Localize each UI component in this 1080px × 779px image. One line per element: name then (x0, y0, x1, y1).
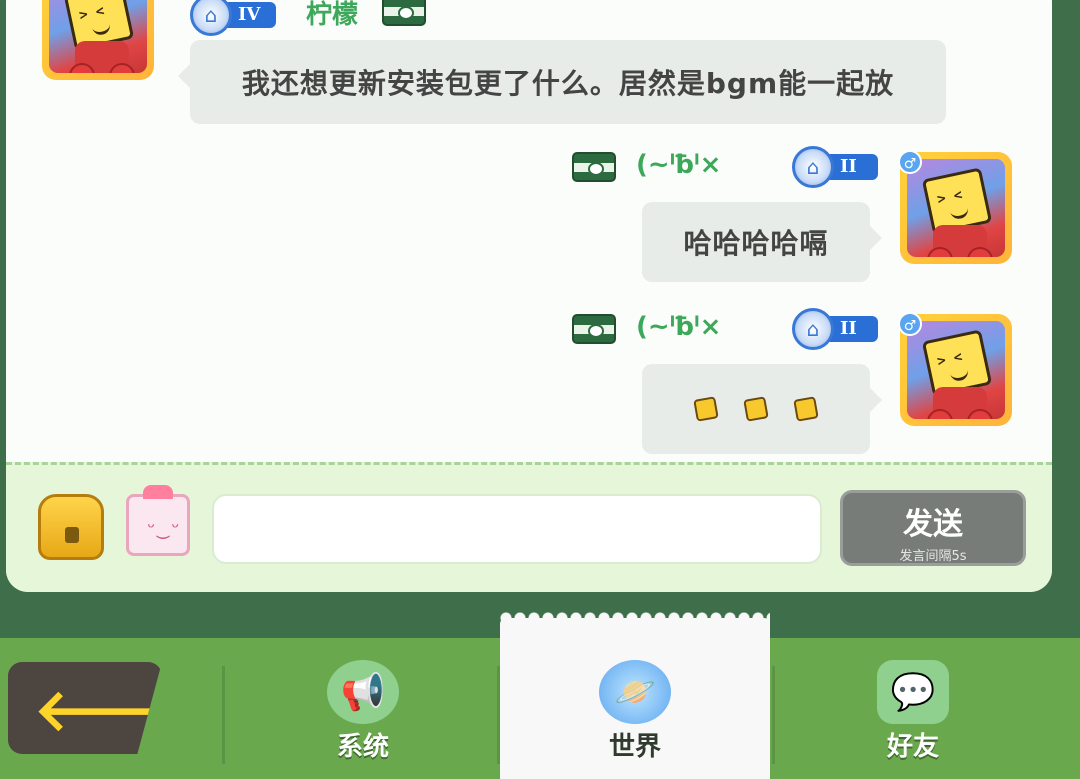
cooldown-label: 发言间隔5s (899, 549, 967, 564)
avatar[interactable]: ♂ (898, 150, 1012, 264)
send-label: 发送 (903, 507, 963, 542)
emoji-box-icon[interactable]: ᵕ‿ᵕ (126, 485, 190, 556)
rank-badge: IV ⌂ (190, 0, 276, 36)
planet-icon: 🪐 (599, 660, 671, 724)
tab-label: 世界 (608, 732, 661, 762)
divider (772, 666, 775, 764)
message-input[interactable] (212, 494, 822, 564)
medal-icon: ⌂ (190, 0, 232, 36)
message-bubble[interactable] (642, 364, 882, 454)
tab-label: 好友 (886, 732, 939, 762)
tab-label: 系统 (336, 732, 389, 762)
sender-name[interactable]: (~ˡƀˡ× (636, 150, 721, 180)
tab-system[interactable]: 📢 系统 (318, 660, 408, 763)
male-icon: ♂ (898, 150, 922, 174)
message-bubble[interactable]: 我还想更新安装包更了什么。居然是bgm能一起放 (178, 40, 946, 124)
avatar[interactable]: ♀ (42, 0, 154, 80)
tab-world[interactable]: 🪐 世界 (590, 660, 680, 763)
send-button[interactable]: 发送 发言间隔5s (840, 490, 1026, 566)
sticker-emoji (743, 396, 769, 422)
title-badge-icon (382, 0, 426, 26)
title-badge-icon (572, 314, 616, 344)
message-text: 我还想更新安装包更了什么。居然是bgm能一起放 (241, 67, 895, 100)
tab-friends[interactable]: 💬 好友 (868, 660, 958, 763)
title-badge-icon (572, 152, 616, 182)
back-button[interactable]: 🡐 (8, 662, 162, 754)
sender-name[interactable]: (~ˡƀˡ× (636, 312, 721, 342)
backpack-icon[interactable] (38, 494, 104, 560)
medal-icon: ⌂ (792, 308, 834, 350)
divider (222, 666, 225, 764)
megaphone-icon: 📢 (327, 660, 399, 724)
medal-icon: ⌂ (792, 146, 834, 188)
avatar[interactable]: ♂ (898, 312, 1012, 426)
message-bubble[interactable]: 哈哈哈哈嗝 (642, 202, 882, 282)
male-icon: ♂ (898, 312, 922, 336)
rank-badge: II ⌂ (792, 146, 878, 188)
sticker-emoji (793, 396, 819, 422)
message-text: 哈哈哈哈嗝 (683, 227, 829, 260)
rank-badge: II ⌂ (792, 308, 878, 350)
sender-name[interactable]: 柠檬 (306, 0, 358, 31)
chat-bubbles-icon: 💬 (877, 660, 949, 724)
sticker-emoji (693, 396, 719, 422)
